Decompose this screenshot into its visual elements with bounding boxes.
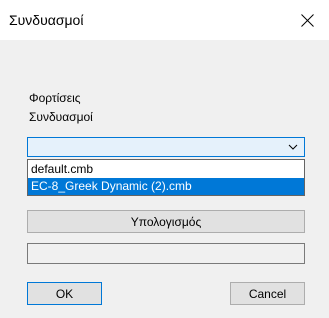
chevron-down-icon[interactable]: [288, 142, 298, 152]
close-icon: [300, 13, 314, 27]
combinations-label: Συνδυασμοί: [29, 110, 93, 124]
loads-label: Φορτίσεις: [29, 91, 81, 105]
option-default-cmb[interactable]: default.cmb: [28, 161, 304, 178]
calculate-button[interactable]: Υπολογισμός: [27, 210, 305, 233]
combinations-combobox[interactable]: [27, 137, 305, 157]
title-bar: Συνδυασμοί: [0, 0, 329, 40]
ok-button[interactable]: OK: [27, 282, 102, 305]
close-button[interactable]: [285, 0, 329, 40]
option-ec8-greek-dynamic[interactable]: EC-8_Greek Dynamic (2).cmb: [28, 178, 304, 195]
combobox-dropdown-list: default.cmb EC-8_Greek Dynamic (2).cmb: [27, 159, 305, 196]
cancel-button[interactable]: Cancel: [230, 282, 305, 305]
output-field[interactable]: [27, 243, 305, 264]
window-title: Συνδυασμοί: [9, 12, 84, 28]
